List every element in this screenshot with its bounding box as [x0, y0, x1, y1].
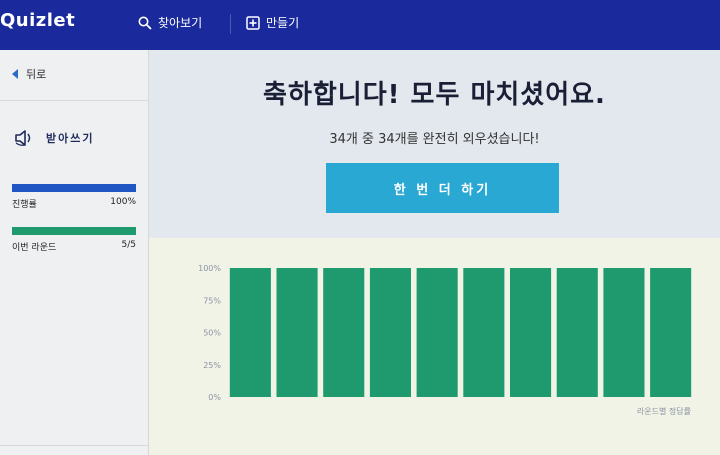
round-bar-9: [603, 268, 645, 397]
sidebar: 뒤로 받아쓰기 진행률 100% 이번 라운드 5/5: [0, 50, 149, 455]
overall-progress-value: 100%: [110, 197, 136, 207]
round-bar-5: [416, 268, 458, 397]
overall-progress-bar: [12, 184, 136, 192]
round-bar-3: [323, 268, 365, 397]
sidebar-divider-bottom: [0, 445, 148, 446]
round-progress-label: 이번 라운드: [12, 243, 57, 253]
round-progress: 이번 라운드 5/5: [12, 227, 136, 253]
top-navigation-bar: Quizlet 찾아보기 만들기: [0, 0, 720, 50]
quizlet-logo[interactable]: Quizlet: [0, 10, 75, 31]
study-mode-label: 받아쓰기: [46, 132, 95, 145]
main-content: 축하합니다! 모두 마치셨어요. 34개 중 34개를 완전히 외우셨습니다! …: [149, 50, 720, 455]
round-bar-8: [556, 268, 598, 397]
round-bar-7: [510, 268, 552, 397]
create-label: 만들기: [266, 16, 300, 30]
round-progress-value: 5/5: [121, 240, 136, 250]
y-tick-label: 100%: [198, 264, 221, 273]
x-axis-label: 라운드별 정답률: [637, 406, 691, 416]
back-button[interactable]: 뒤로: [12, 66, 46, 82]
create-link[interactable]: 만들기: [246, 14, 299, 31]
y-tick-label: 25%: [203, 361, 221, 370]
round-bar-2: [276, 268, 318, 397]
nav-divider: [230, 14, 231, 34]
completion-subline: 34개 중 34개를 완전히 외우셨습니다!: [329, 132, 540, 147]
study-again-button[interactable]: 한 번 더 하기: [326, 163, 559, 213]
round-accuracy-chart: 0% 25% 50% 75% 100% 라운드별 정답률: [149, 238, 720, 455]
overall-progress: 진행률 100%: [12, 184, 136, 210]
round-bar-4: [369, 268, 411, 397]
chevron-left-icon: [12, 69, 18, 79]
y-tick-label: 50%: [203, 329, 221, 338]
overall-progress-label: 진행률: [12, 200, 37, 210]
search-icon: [138, 16, 152, 30]
study-mode-title: 받아쓰기: [14, 130, 94, 146]
chart-svg: 0% 25% 50% 75% 100% 라운드별 정답률: [198, 264, 692, 416]
speaker-icon: [15, 130, 31, 146]
back-label: 뒤로: [26, 68, 47, 81]
y-tick-label: 75%: [203, 296, 221, 305]
round-progress-bar: [12, 227, 136, 235]
round-bar-6: [463, 268, 505, 397]
plus-box-icon: [246, 15, 260, 30]
browse-link[interactable]: 찾아보기: [138, 14, 202, 31]
round-bar-10: [650, 268, 692, 397]
completion-headline: 축하합니다! 모두 마치셨어요.: [263, 80, 606, 110]
round-bar-1: [229, 268, 271, 397]
sidebar-divider: [0, 100, 148, 101]
y-tick-label: 0%: [208, 393, 221, 402]
browse-label: 찾아보기: [158, 16, 203, 30]
